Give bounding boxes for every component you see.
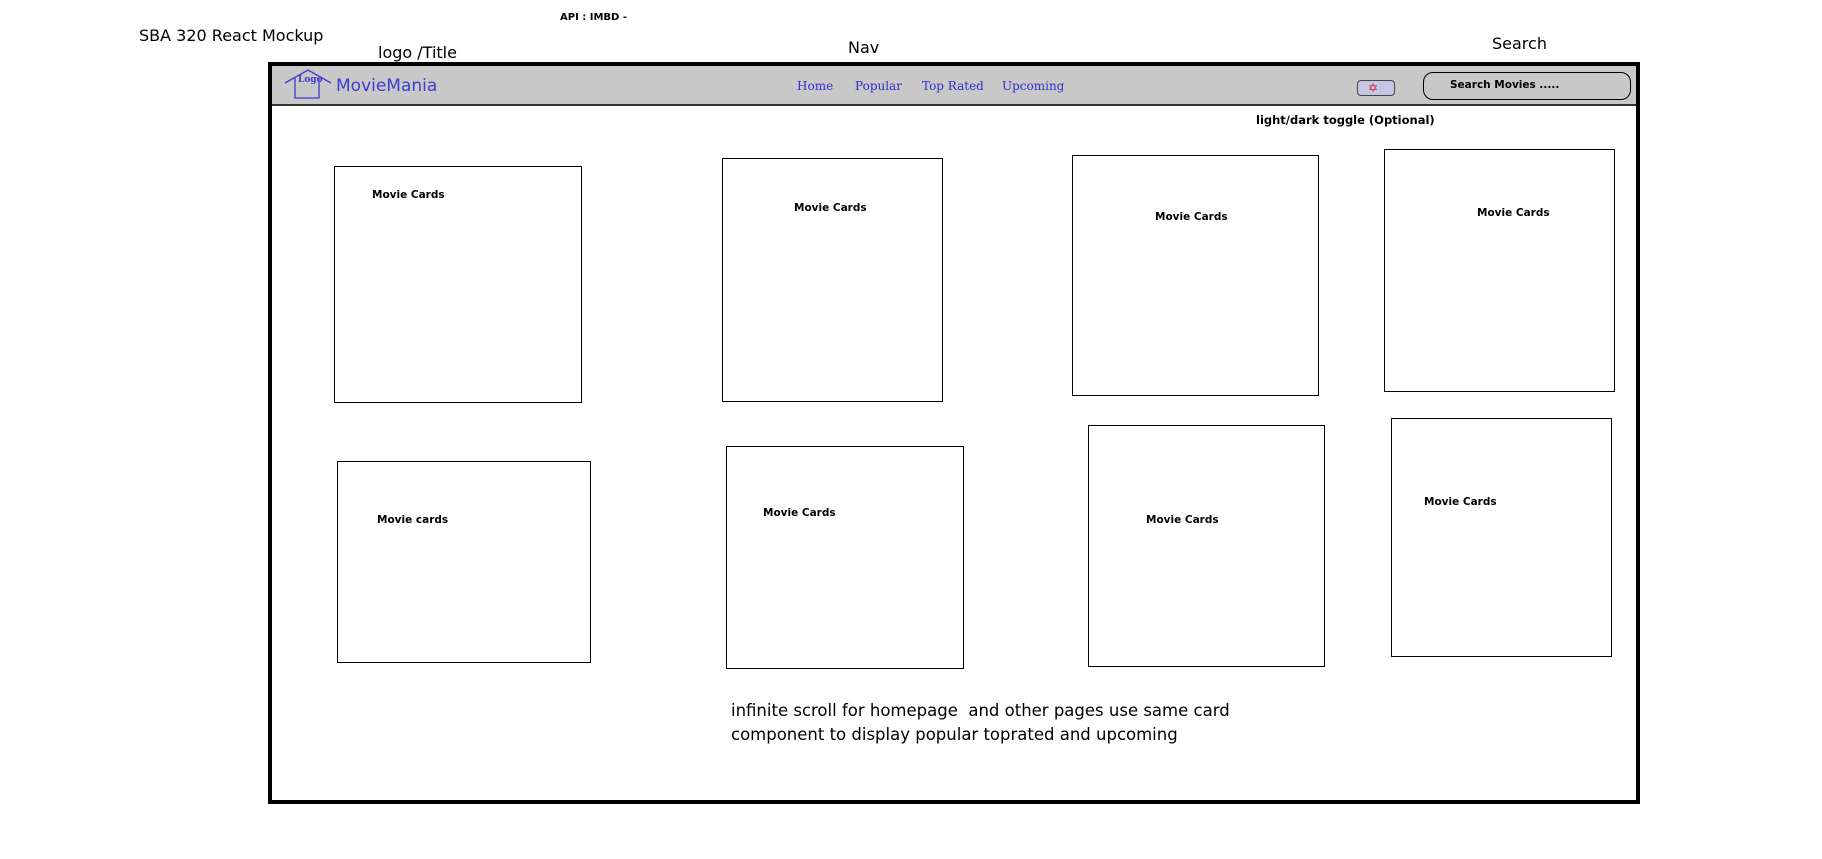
movie-card-label: Movie Cards <box>1155 211 1228 223</box>
movie-card-label: Movie Cards <box>1477 207 1550 219</box>
movie-card[interactable]: Movie Cards <box>1072 155 1319 396</box>
movie-card-label: Movie Cards <box>763 507 836 519</box>
brand-title[interactable]: MovieMania <box>336 76 437 96</box>
note-line-2: component to display popular toprated an… <box>731 724 1178 744</box>
api-note: API : IMBD - <box>560 12 627 23</box>
toggle-annotation: light/dark toggle (Optional) <box>1256 113 1435 127</box>
logo-title-annotation: logo /Title <box>378 43 457 62</box>
movie-card[interactable]: Movie Cards <box>334 166 582 403</box>
nav-annotation: Nav <box>848 38 880 57</box>
movie-card-label: Movie Cards <box>1146 514 1219 526</box>
movie-card[interactable]: Movie Cards <box>1088 425 1325 667</box>
movie-card-label: Movie Cards <box>1424 496 1497 508</box>
movie-card[interactable]: Movie Cards <box>1391 418 1612 657</box>
movie-card[interactable]: Movie Cards <box>1384 149 1615 392</box>
nav-link-popular[interactable]: Popular <box>855 79 902 93</box>
movie-card-label: Movie cards <box>377 514 449 526</box>
nav-link-home[interactable]: Home <box>797 79 833 93</box>
sun-icon: ✡ <box>1368 81 1379 95</box>
movie-card[interactable]: Movie cards <box>337 461 591 663</box>
infinite-scroll-note: infinite scroll for homepage and other p… <box>731 699 1230 746</box>
nav-link-upcoming[interactable]: Upcoming <box>1002 79 1064 93</box>
movie-card[interactable]: Movie Cards <box>726 446 964 669</box>
mockup-title: SBA 320 React Mockup <box>139 26 324 45</box>
nav-link-top-rated[interactable]: Top Rated <box>922 79 984 93</box>
note-line-1: infinite scroll for homepage and other p… <box>731 701 1230 720</box>
search-annotation: Search <box>1492 34 1547 53</box>
movie-card[interactable]: Movie Cards <box>722 158 943 402</box>
logo-text: Logo <box>298 75 323 85</box>
theme-toggle-button[interactable]: ✡ <box>1357 80 1395 96</box>
movie-card-label: Movie Cards <box>372 189 445 201</box>
movie-card-label: Movie Cards <box>794 202 867 214</box>
search-input[interactable]: Search Movies ..... <box>1423 72 1631 100</box>
logo-house-icon[interactable]: Logo <box>283 69 333 99</box>
